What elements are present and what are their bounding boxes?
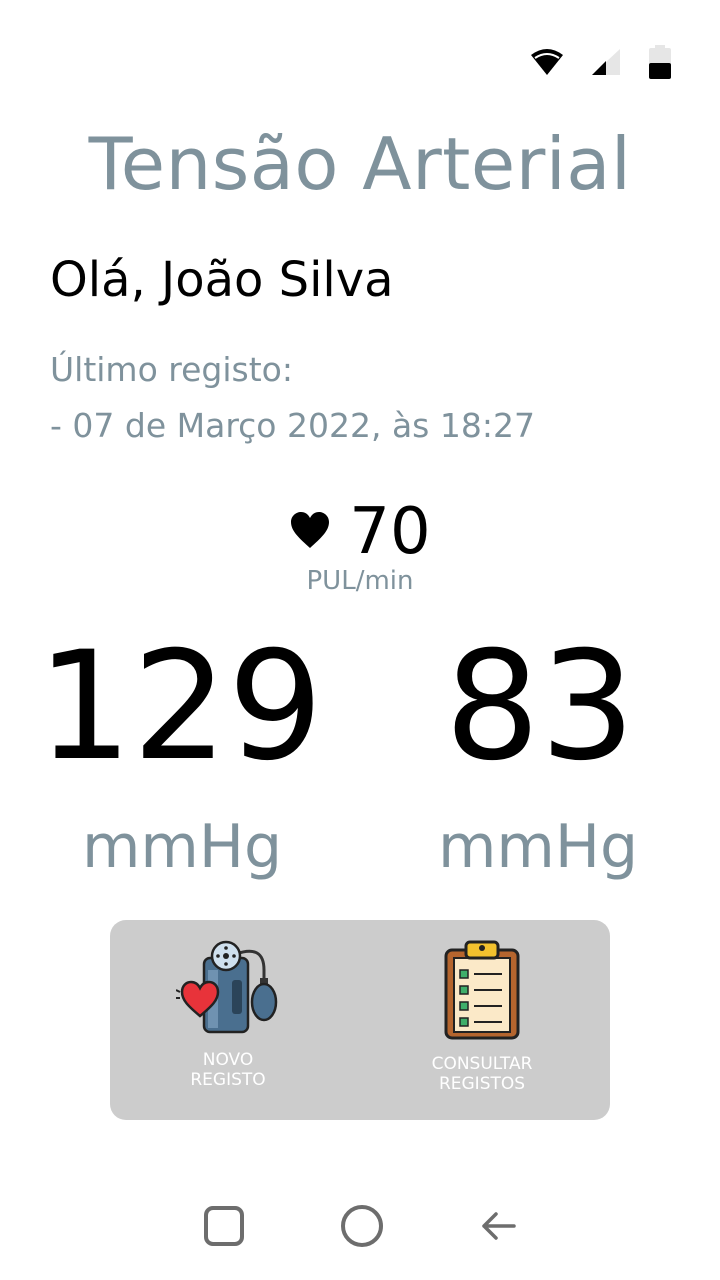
pulse-unit: PUL/min — [306, 566, 414, 596]
greeting: Olá, João Silva — [50, 252, 394, 308]
view-records-button[interactable]: CONSULTAR REGISTOS — [382, 940, 582, 1110]
systolic-unit: mmHg — [81, 812, 283, 882]
app-title: Tensão Arterial — [88, 122, 632, 206]
new-record-button[interactable]: NOVO REGISTO — [128, 940, 328, 1110]
system-nav-bar — [0, 1198, 720, 1254]
battery-icon — [648, 45, 672, 79]
cellular-signal-icon — [590, 47, 622, 77]
diastolic-unit: mmHg — [437, 812, 639, 882]
status-bar — [530, 44, 672, 80]
view-records-label: CONSULTAR REGISTOS — [431, 1054, 533, 1094]
back-icon[interactable] — [470, 1198, 526, 1254]
blood-pressure-monitor-icon — [175, 940, 280, 1040]
diastolic-value: 83 — [444, 620, 636, 794]
pulse-reading: 70 — [0, 500, 720, 564]
action-panel: NOVO REGISTO CONSULTAR REGISTOS — [110, 920, 610, 1120]
systolic-value: 129 — [36, 620, 324, 794]
last-record-label: Último registo: — [50, 350, 293, 389]
last-record-date: - 07 de Março 2022, às 18:27 — [50, 406, 535, 445]
new-record-label: NOVO REGISTO — [190, 1050, 266, 1090]
home-icon[interactable] — [334, 1198, 390, 1254]
clipboard-checklist-icon — [442, 940, 522, 1044]
recent-apps-icon[interactable] — [196, 1198, 252, 1254]
pulse-value: 70 — [349, 495, 431, 569]
wifi-icon — [530, 47, 564, 77]
heart-icon — [289, 510, 331, 554]
